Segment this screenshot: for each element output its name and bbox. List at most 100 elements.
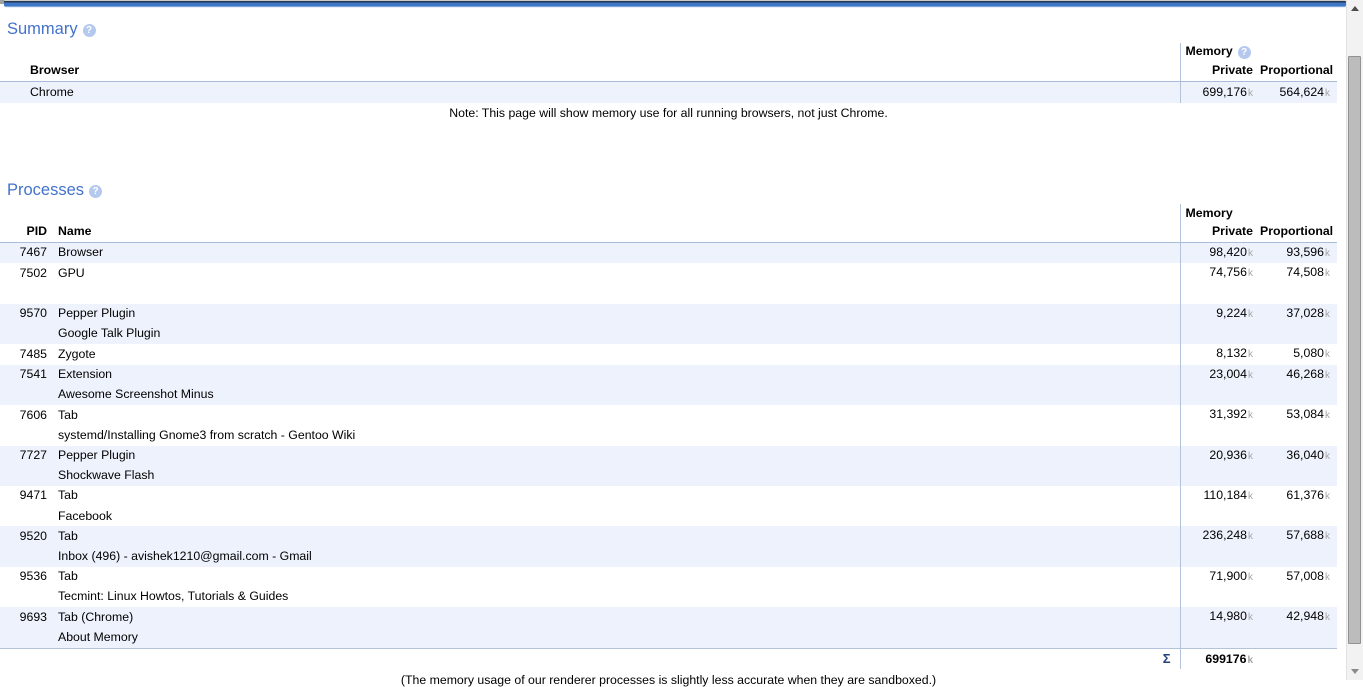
proportional-column-header: Proportional [1260,220,1337,242]
scroll-up-button[interactable] [1347,0,1363,16]
kilobyte-unit: k [1248,370,1253,381]
scrollbar-thumb[interactable] [1348,56,1361,644]
table-row-title-line: Tecmint: Linux Howtos, Tutorials & Guide… [0,587,1337,607]
browser-name-cell: Chrome [0,81,1180,103]
memory-value: 42,948k [1260,607,1337,628]
memory-value: 74,508k [1260,263,1337,284]
name-column-header: Name [47,220,1180,242]
processes-columns-row: PID Name Private Proportional [0,220,1337,242]
memory-value: 20,936k [1180,446,1260,467]
browser-column-header: Browser [0,59,1180,81]
table-row: 7485Zygote8,132k5,080k [0,344,1337,365]
vertical-scrollbar[interactable] [1346,0,1363,680]
process-title-cell [47,284,1180,304]
process-title-cell: Google Talk Plugin [47,324,1180,344]
summary-title-text: Summary [7,20,78,38]
spacer-cell [1260,648,1337,669]
process-name-cell: Tab [47,486,1180,507]
memory-value [1260,466,1337,486]
memory-value [1260,547,1337,567]
memory-value-text: 61,376 [1286,488,1324,502]
spacer-cell [0,204,1180,220]
memory-value: 57,008k [1260,567,1337,588]
spacer-cell [0,628,47,648]
scroll-down-button[interactable] [1347,663,1363,679]
sum-row: Σ 699176k [0,648,1337,669]
table-row: 7727Pepper Plugin20,936k36,040k [0,446,1337,467]
memory-help-icon[interactable]: ? [1238,46,1251,59]
pid-cell: 7467 [0,242,47,263]
process-title-cell: About Memory [47,628,1180,648]
spacer-cell [0,385,47,405]
kilobyte-unit: k [1248,248,1253,259]
pid-cell: 7541 [0,365,47,386]
memory-value: 5,080k [1260,344,1337,365]
memory-value-text: 57,688 [1286,528,1324,542]
summary-section-title: Summary? [0,8,1337,39]
pid-cell: 7502 [0,263,47,284]
process-name-cell: Pepper Plugin [47,304,1180,325]
memory-value: 71,900k [1180,567,1260,588]
process-name-cell: GPU [47,263,1180,284]
pid-cell: 9536 [0,567,47,588]
kilobyte-unit: k [1325,349,1330,360]
processes-section-title: Processes? [0,120,1337,200]
processes-help-icon[interactable]: ? [89,185,102,198]
process-title-cell: Inbox (496) - avishek1210@gmail.com - Gm… [47,547,1180,567]
memory-value-text: 36,040 [1286,448,1324,462]
kilobyte-unit: k [1248,572,1253,583]
process-title-cell: Awesome Screenshot Minus [47,385,1180,405]
pid-cell: 7485 [0,344,47,365]
memory-value-text: 98,420 [1209,245,1247,259]
spacer-cell [0,466,47,486]
memory-value: 98,420k [1180,242,1260,263]
process-name-cell: Tab [47,567,1180,588]
process-name-cell: Browser [47,242,1180,263]
summary-rows: Chrome 699,176 k564,624k [0,81,1337,103]
memory-value [1180,385,1260,405]
memory-group-header: Memory? [1180,43,1337,59]
memory-value-text: 5,080 [1293,346,1324,360]
memory-value [1260,385,1337,405]
memory-value [1180,587,1260,607]
spacer-cell [0,587,47,607]
kilobyte-unit: k [1325,309,1330,320]
kilobyte-unit: k [1325,451,1330,462]
kilobyte-unit: k [1325,88,1330,99]
summary-help-icon[interactable]: ? [83,24,96,37]
processes-table: Memory PID Name Private Proportional 746… [0,204,1337,669]
kilobyte-unit: k [1325,248,1330,259]
table-row: 7502GPU74,756k74,508k [0,263,1337,284]
memory-value-text: 93,596 [1286,245,1324,259]
processes-memory-header-row: Memory [0,204,1337,220]
memory-value: 564,624k [1260,81,1337,103]
memory-value-text: 699,176 [1203,85,1247,99]
table-row-title-line: Google Talk Plugin [0,324,1337,344]
memory-value: 14,980k [1180,607,1260,628]
kilobyte-unit: k [1325,410,1330,421]
memory-value-text: 20,936 [1209,448,1247,462]
memory-value-text: 236,248 [1203,528,1247,542]
process-name-cell: Pepper Plugin [47,446,1180,467]
memory-value [1260,507,1337,527]
memory-value-text: 14,980 [1209,609,1247,623]
kilobyte-unit: k [1325,531,1330,542]
memory-value [1180,284,1260,304]
memory-value [1260,628,1337,648]
kilobyte-unit: k [1248,309,1253,320]
memory-value: 36,040k [1260,446,1337,467]
table-row-title-line: Inbox (496) - avishek1210@gmail.com - Gm… [0,547,1337,567]
memory-value [1260,587,1337,607]
table-row-title-line: Awesome Screenshot Minus [0,385,1337,405]
spacer-cell [0,648,47,669]
memory-value: 37,028k [1260,304,1337,325]
kilobyte-unit: k [1248,349,1253,360]
memory-value-text: 8,132 [1216,346,1247,360]
kilobyte-unit: k [1248,268,1253,279]
memory-value: 46,268k [1260,365,1337,386]
memory-value [1260,284,1337,304]
process-name-cell: Zygote [47,344,1180,365]
memory-value-text: 46,268 [1286,367,1324,381]
memory-header-label: Memory [1186,206,1233,220]
memory-value: 9,224k [1180,304,1260,325]
